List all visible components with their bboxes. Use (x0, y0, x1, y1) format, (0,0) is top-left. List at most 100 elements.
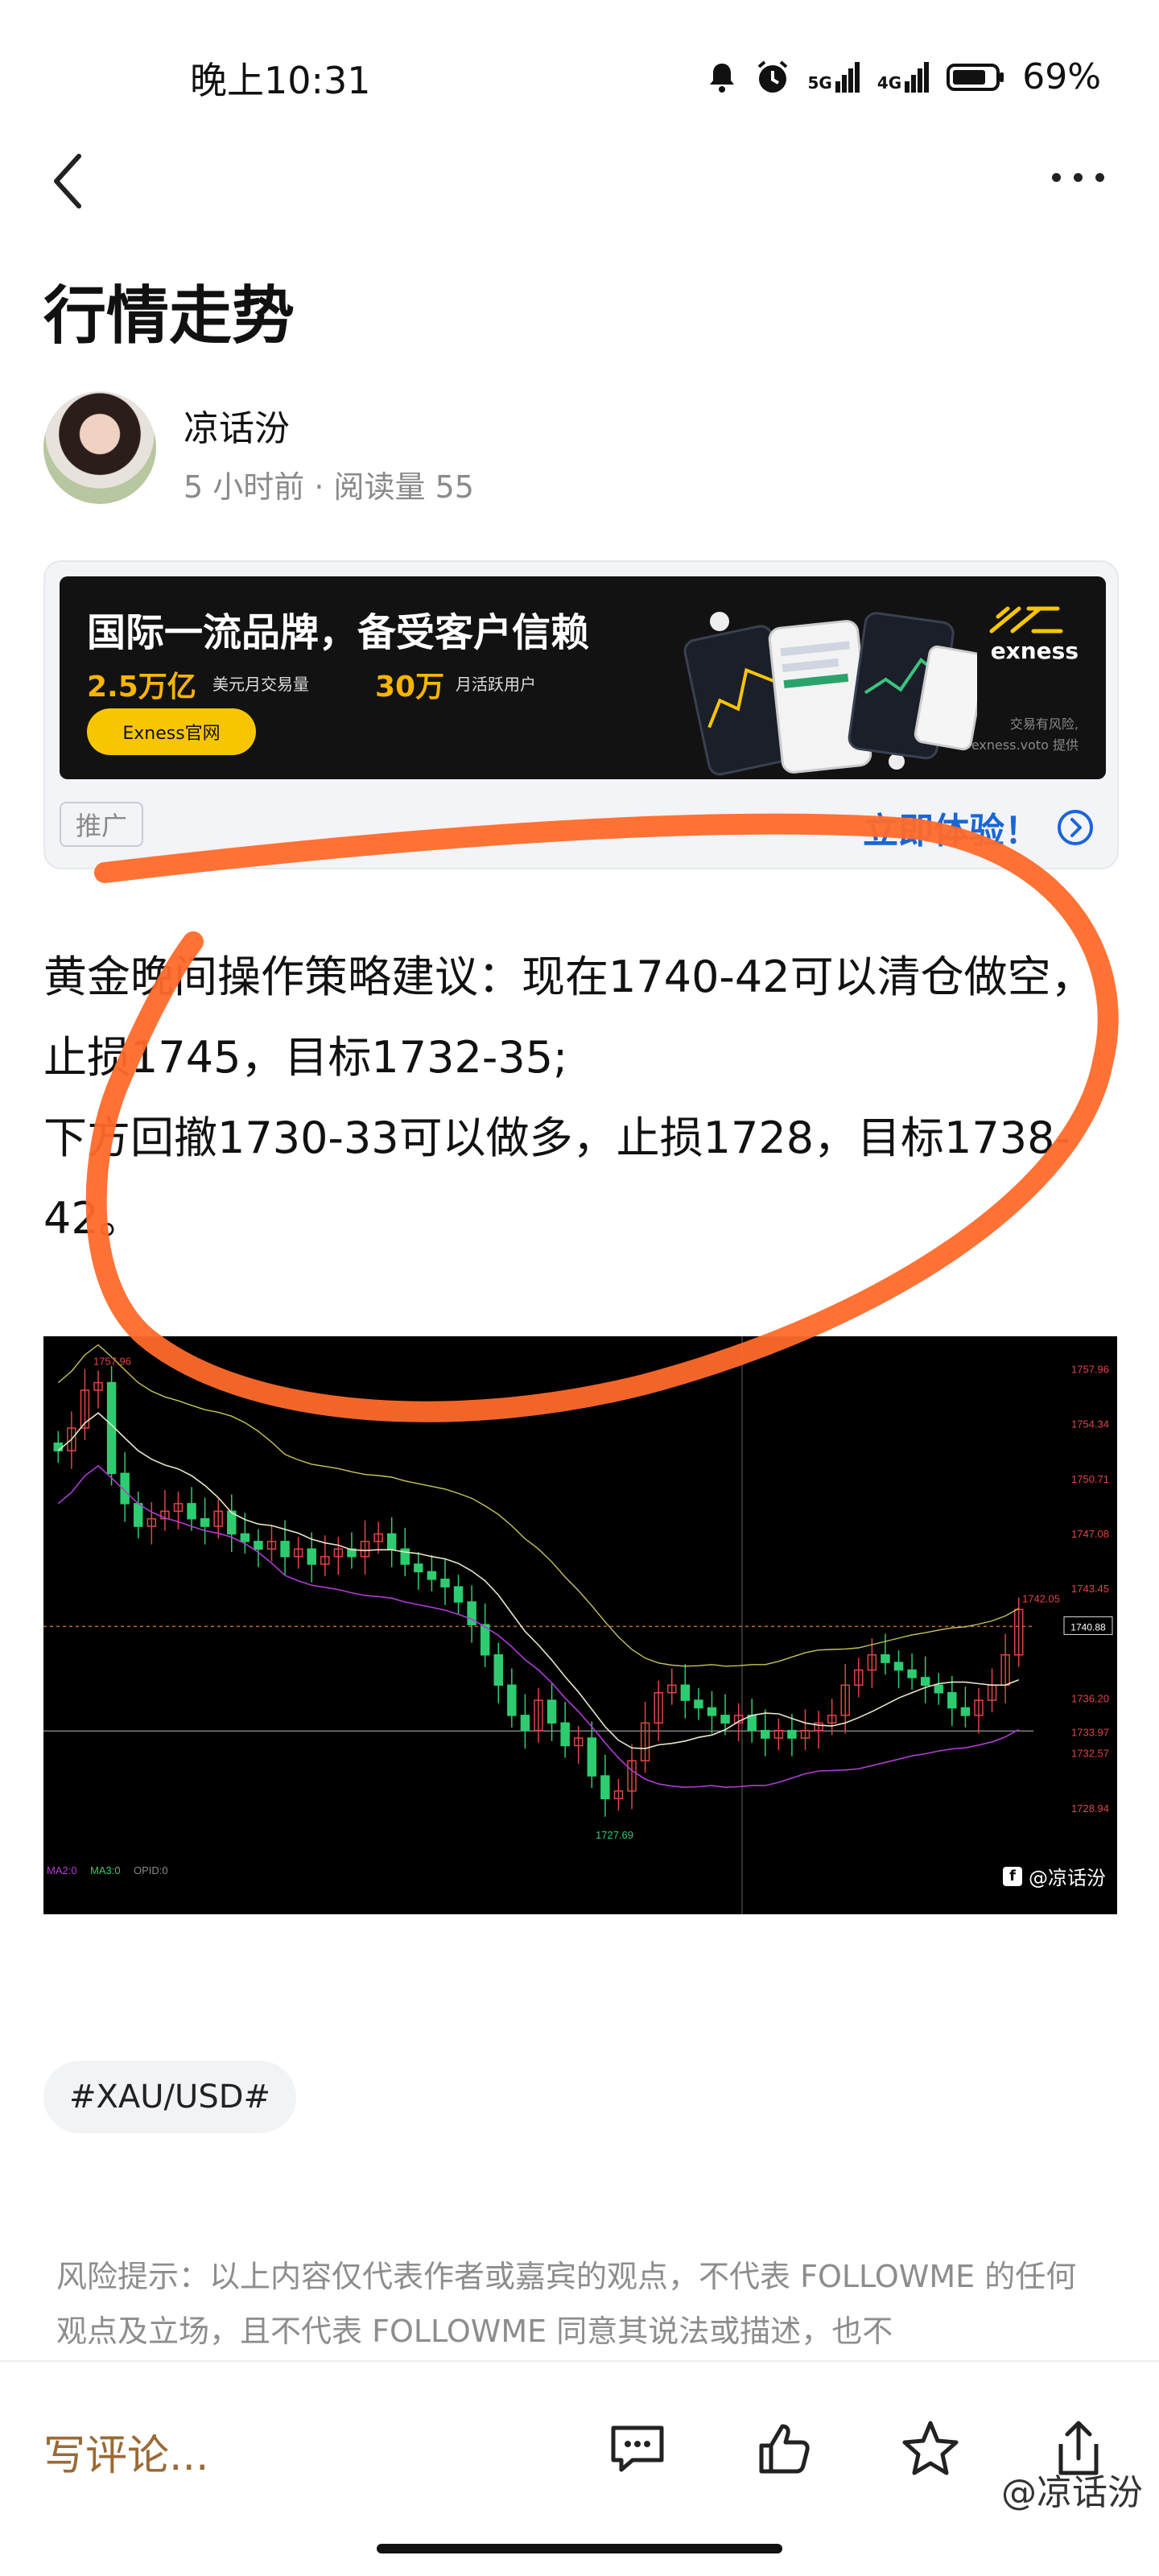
star-icon[interactable] (898, 2417, 963, 2481)
candle-body (200, 1517, 210, 1527)
candle-body (893, 1662, 904, 1671)
candle-body (947, 1691, 957, 1709)
candle-body (427, 1571, 437, 1580)
candle-body (520, 1715, 530, 1732)
last-price-label: 1742.05 (1022, 1592, 1060, 1604)
ad-stat-users: 30万 (375, 671, 445, 704)
current-price-label: 1740.88 (1070, 1621, 1106, 1633)
ad-headline: 国际一流品牌，备受客户信赖 (87, 610, 590, 655)
comment-input[interactable]: 写评论... (43, 2421, 209, 2482)
price-axis-label: 1736.20 (1071, 1692, 1109, 1704)
author-name[interactable]: 凉话汾 (184, 399, 290, 451)
candle-body (307, 1548, 316, 1565)
candle-body (680, 1684, 691, 1701)
network-label-4g: 4G (876, 72, 902, 93)
indicator-label: MA2:0 (47, 1864, 77, 1876)
price-axis-label: 1733.97 (1071, 1726, 1109, 1738)
candle-body (881, 1654, 890, 1663)
price-axis-label: 1754.34 (1071, 1418, 1109, 1430)
candle-body (587, 1737, 597, 1777)
candle-body (787, 1729, 797, 1739)
ad-stat-volume: 2.5万亿 (87, 671, 196, 704)
post-meta: 5 小时前 · 阅读量 55 (184, 469, 474, 505)
candlestick-chart: 1757.96 1754.34 1750.71 1747.08 1743.45 1740.… (43, 1336, 1113, 1914)
candle-body (254, 1541, 263, 1550)
candle-body (761, 1729, 770, 1739)
indicator-label: MA3:0 (90, 1864, 121, 1876)
price-axis-label: 1750.71 (1071, 1473, 1109, 1485)
candle-body (707, 1707, 717, 1716)
candle-body (493, 1654, 503, 1686)
candle-body (960, 1707, 971, 1716)
candle-body (453, 1586, 464, 1603)
candle-body (920, 1677, 930, 1686)
candle-body (414, 1563, 423, 1573)
facebook-icon: f (1003, 1866, 1022, 1886)
low-price-label: 1727.69 (596, 1829, 633, 1841)
candle-body (547, 1699, 557, 1724)
candle-body (720, 1715, 730, 1724)
indicator-label: OPID:0 (134, 1864, 168, 1876)
bottom-watermark: @凉话汾 (1001, 2463, 1143, 2515)
signal-4g-icon: 4G (876, 61, 930, 93)
orange-annotation-circle (85, 813, 1119, 1422)
candle-body (240, 1533, 250, 1542)
price-axis-label: 1747.08 (1071, 1528, 1109, 1540)
page-title: 行情走势 (43, 280, 295, 353)
back-arrow-icon[interactable] (45, 145, 93, 217)
candle-body (600, 1775, 610, 1799)
candle-body (53, 1442, 64, 1451)
candle-body (507, 1684, 517, 1716)
bottom-watermark-text: @凉话汾 (1001, 2472, 1143, 2513)
chart-watermark-text: @凉话汾 (1029, 1867, 1106, 1889)
ad-try-now-link[interactable]: 立即体验！ (863, 802, 1095, 853)
hashtag-chip[interactable]: #XAU/USD# (43, 2061, 297, 2133)
candle-body (187, 1503, 196, 1520)
battery-icon (947, 63, 1004, 91)
ad-provider: exness.voto 提供 (971, 737, 1079, 753)
price-axis-label: 1743.45 (1071, 1583, 1109, 1595)
ad-card[interactable]: 国际一流品牌，备受客户信赖 2.5万亿 美元月交易量 30万 月活跃用户 Exn… (43, 560, 1119, 869)
candle-body (934, 1684, 943, 1694)
exness-logo-icon (989, 606, 1063, 634)
status-time: 晚上10:31 (190, 59, 371, 102)
candle-body (907, 1669, 917, 1678)
article-body: 黄金晚间操作策略建议：现在1740-42可以清仓做空，止损1745，目标1732… (43, 937, 1122, 1259)
candle-body (134, 1503, 143, 1527)
more-options-icon[interactable] (1041, 161, 1114, 193)
ad-cta-button[interactable]: Exness官网 (87, 708, 256, 755)
candle-body (440, 1579, 450, 1587)
candle-body (560, 1722, 570, 1747)
network-label-5g: 5G (807, 72, 832, 93)
article-paragraph-1: 黄金晚间操作策略建议：现在1740-42可以清仓做空，止损1745，目标1732… (43, 952, 1095, 1083)
price-axis-label: 1728.94 (1071, 1802, 1109, 1814)
price-axis-label: 1757.96 (1071, 1364, 1109, 1376)
alarm-icon (757, 60, 787, 93)
price-chart-image[interactable]: 1757.96 1754.34 1750.71 1747.08 1743.45 1740.… (43, 1336, 1117, 1914)
thumbs-up-icon[interactable] (752, 2417, 816, 2481)
article-paragraph-2: 下方回撤1730-33可以做多，止损1728，目标1738-42。 (43, 1113, 1070, 1244)
candle-body (386, 1533, 397, 1550)
chart-watermark: f @凉话汾 (1003, 1862, 1106, 1890)
chevron-right-circle-icon (1058, 810, 1093, 845)
price-axis-label: 1732.57 (1071, 1748, 1109, 1760)
candle-body (694, 1699, 703, 1709)
ad-logo-text: exness (990, 638, 1079, 664)
status-icons: 5G 4G 69% (707, 56, 1101, 97)
candle-body (280, 1541, 290, 1558)
avatar[interactable] (43, 391, 156, 504)
ad-try-now-label: 立即体验！ (863, 811, 1040, 852)
upper-band-line (57, 1344, 1020, 1667)
ad-phones-image (683, 612, 977, 776)
ad-banner[interactable]: 国际一流品牌，备受客户信赖 2.5万亿 美元月交易量 30万 月活跃用户 Exn… (60, 576, 1106, 779)
status-bar: 晚上10:31 5G 4G 69% (0, 0, 1159, 121)
candle-body (747, 1715, 757, 1732)
home-indicator[interactable] (377, 2544, 782, 2553)
ad-risk-note: 交易有风险, (1009, 716, 1079, 732)
battery-percent: 69% (1022, 56, 1101, 97)
risk-disclaimer: 风险提示：以上内容仅代表作者或嘉宾的观点，不代表 FOLLOWME 的任何观点及… (56, 2259, 1077, 2349)
bell-icon (709, 63, 734, 93)
ad-stat-volume-label: 美元月交易量 (212, 675, 309, 694)
signal-5g-icon: 5G (807, 61, 860, 93)
comment-icon[interactable] (605, 2417, 670, 2481)
